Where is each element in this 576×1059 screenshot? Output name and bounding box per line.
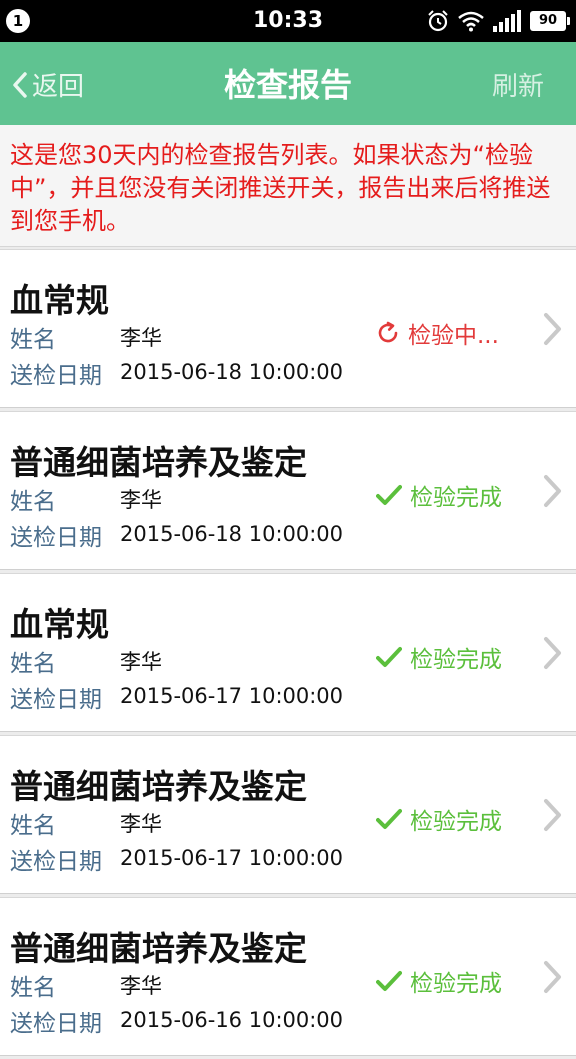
- report-title: 普通细菌培养及鉴定: [10, 767, 307, 806]
- submit-date-value: 2015-06-17 10:00:00: [120, 684, 344, 708]
- chevron-right-icon: [544, 961, 561, 993]
- report-status: 检验完成: [376, 964, 502, 998]
- submit-date-label: 送检日期: [10, 525, 102, 551]
- notice-text: 这是您30天内的检查报告列表。如果状态为“检验中”，并且您没有关闭推送开关，报告…: [0, 125, 576, 247]
- check-icon: [376, 647, 402, 667]
- nav-bar: 返回 检查报告 刷新: [0, 42, 576, 125]
- patient-name-value: 李华: [120, 326, 162, 350]
- patient-name-label: 姓名: [10, 327, 56, 353]
- alarm-icon: [428, 10, 448, 32]
- refresh-button[interactable]: 刷新: [492, 66, 544, 103]
- battery-icon: 90: [530, 11, 570, 31]
- report-status-label: 检验完成: [410, 485, 502, 511]
- report-status: 检验完成: [376, 640, 502, 674]
- submit-date-value: 2015-06-17 10:00:00: [120, 846, 344, 870]
- report-list: 血常规 姓名 李华 送检日期 2015-06-18 10:00:00 检验中... 普通细菌…: [0, 249, 576, 1059]
- chevron-right-icon: [544, 637, 561, 669]
- report-status-label: 检验中...: [408, 323, 499, 349]
- chevron-right-icon: [544, 475, 561, 507]
- patient-name-label: 姓名: [10, 813, 56, 839]
- report-item[interactable]: 血常规姓名 李华 送检日期 2015-06-18 10:00:00 检验中...: [0, 249, 576, 408]
- report-item[interactable]: 普通细菌培养及鉴定姓名 李华 送检日期 2015-06-17 10:00:00 检验完成: [0, 735, 576, 894]
- report-item[interactable]: 普通细菌培养及鉴定姓名 李华 送检日期 2015-06-18 10:00:00 检验完成: [0, 411, 576, 570]
- chevron-right-icon: [544, 799, 561, 831]
- check-icon: [376, 809, 402, 829]
- report-item[interactable]: 血常规姓名 李华 送检日期 2015-06-17 10:00:00 检验完成: [0, 573, 576, 732]
- patient-name-value: 李华: [120, 650, 162, 674]
- report-status: 检验中...: [376, 316, 499, 350]
- submit-date-value: 2015-06-18 10:00:00: [120, 522, 344, 546]
- submit-date-value: 2015-06-16 10:00:00: [120, 1008, 344, 1032]
- patient-name-value: 李华: [120, 974, 162, 998]
- report-title: 普通细菌培养及鉴定: [10, 929, 307, 968]
- patient-name-label: 姓名: [10, 975, 56, 1001]
- submit-date-label: 送检日期: [10, 849, 102, 875]
- wifi-icon: [458, 11, 484, 32]
- report-status-label: 检验完成: [410, 809, 502, 835]
- report-status-label: 检验完成: [410, 647, 502, 673]
- report-item[interactable]: 普通细菌培养及鉴定姓名 李华 送检日期 2015-06-16 10:00:00 检验完成: [0, 897, 576, 1056]
- page-title: 检查报告: [223, 66, 352, 104]
- patient-name-value: 李华: [120, 488, 162, 512]
- refresh-icon: [378, 321, 398, 343]
- report-status-label: 检验完成: [410, 971, 502, 997]
- report-title: 普通细菌培养及鉴定: [10, 443, 307, 482]
- chevron-right-icon: [544, 313, 561, 345]
- report-title: 血常规: [10, 605, 109, 644]
- patient-name-label: 姓名: [10, 651, 56, 677]
- submit-date-label: 送检日期: [10, 363, 102, 389]
- check-icon: [376, 485, 402, 505]
- report-title: 血常规: [10, 281, 109, 320]
- status-icons: 90: [426, 8, 570, 34]
- patient-name-value: 李华: [120, 812, 162, 836]
- report-status: 检验完成: [376, 802, 502, 836]
- submit-date-value: 2015-06-18 10:00:00: [120, 360, 344, 384]
- patient-name-label: 姓名: [10, 489, 56, 515]
- submit-date-label: 送检日期: [10, 1011, 102, 1037]
- status-bar: 1 10:33 90: [0, 0, 576, 42]
- signal-icon: [493, 10, 521, 32]
- submit-date-label: 送检日期: [10, 687, 102, 713]
- check-icon: [376, 971, 402, 991]
- report-status: 检验完成: [376, 478, 502, 512]
